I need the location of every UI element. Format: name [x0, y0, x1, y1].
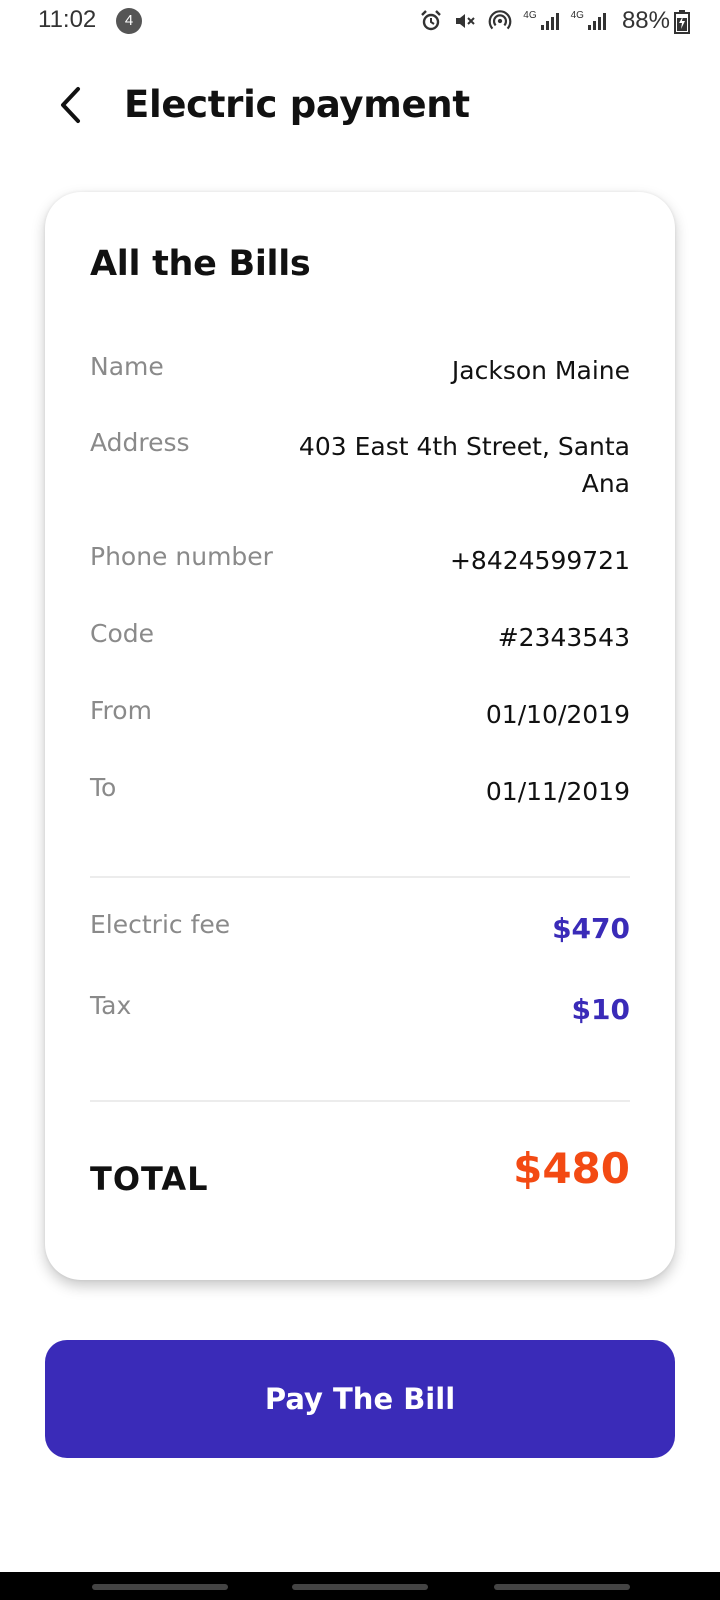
- bill-row-to: To 01/11/2019: [90, 773, 630, 813]
- battery-charging-icon: [674, 10, 690, 34]
- status-bar: 11:02 4 4G 4G 88%: [0, 0, 720, 44]
- divider: [90, 1100, 630, 1102]
- back-button[interactable]: [48, 80, 92, 130]
- bill-row-address: Address 403 East 4th Street, Santa Ana: [90, 428, 630, 508]
- bill-row-label: To: [90, 773, 117, 802]
- status-time: 11:02: [38, 6, 97, 33]
- system-nav-bar: [0, 1572, 720, 1600]
- bill-row-label: Name: [90, 352, 164, 381]
- total-label: TOTAL: [90, 1160, 209, 1198]
- bill-row-value: #2343543: [497, 623, 630, 652]
- fee-row-tax: Tax $10: [90, 991, 630, 1035]
- bill-row-value: +8424599721: [449, 546, 630, 575]
- nav-back-button[interactable]: [494, 1584, 630, 1590]
- signal-icon-1: [540, 13, 559, 30]
- bill-row-value: Jackson Maine: [451, 356, 630, 385]
- pay-bill-button[interactable]: Pay The Bill: [45, 1340, 675, 1458]
- network-type-2: 4G: [570, 9, 584, 21]
- bill-row-phone: Phone number +8424599721: [90, 542, 630, 582]
- bill-card-title: All the Bills: [90, 244, 311, 284]
- divider: [90, 876, 630, 878]
- bill-row-value: 01/10/2019: [485, 700, 630, 729]
- app-header: Electric payment: [0, 70, 720, 140]
- status-icons: 4G 4G 88%: [419, 6, 670, 36]
- mute-icon: [456, 14, 475, 28]
- fee-row-label: Tax: [90, 991, 132, 1020]
- fee-row-value: $10: [571, 993, 630, 1026]
- notification-count-badge: 4: [116, 8, 142, 34]
- fee-row-value: $470: [552, 912, 630, 945]
- bill-row-from: From 01/10/2019: [90, 696, 630, 736]
- bill-row-value: 01/11/2019: [485, 777, 630, 806]
- network-type-1: 4G: [523, 9, 537, 21]
- nav-home-button[interactable]: [292, 1584, 428, 1590]
- hotspot-icon: [488, 10, 512, 30]
- chevron-left-icon: [61, 87, 80, 123]
- bill-row-value: 403 East 4th Street, Santa Ana: [298, 432, 630, 498]
- battery-percent: 88%: [621, 7, 670, 34]
- fee-row-label: Electric fee: [90, 910, 231, 939]
- bill-row-code: Code #2343543: [90, 619, 630, 659]
- signal-icon-2: [587, 13, 606, 30]
- alarm-icon: [421, 10, 442, 31]
- bill-row-label: Code: [90, 619, 155, 648]
- fee-row-electric: Electric fee $470: [90, 910, 630, 954]
- bill-card: All the Bills Name Jackson Maine Address…: [45, 192, 675, 1280]
- bill-row-label: Phone number: [90, 542, 273, 571]
- total-amount: $480: [513, 1144, 630, 1193]
- bill-row-label: From: [90, 696, 152, 725]
- nav-recents-button[interactable]: [92, 1584, 228, 1590]
- bill-row-name: Name Jackson Maine: [90, 352, 630, 392]
- page-title: Electric payment: [124, 83, 470, 126]
- bill-row-label: Address: [90, 428, 190, 457]
